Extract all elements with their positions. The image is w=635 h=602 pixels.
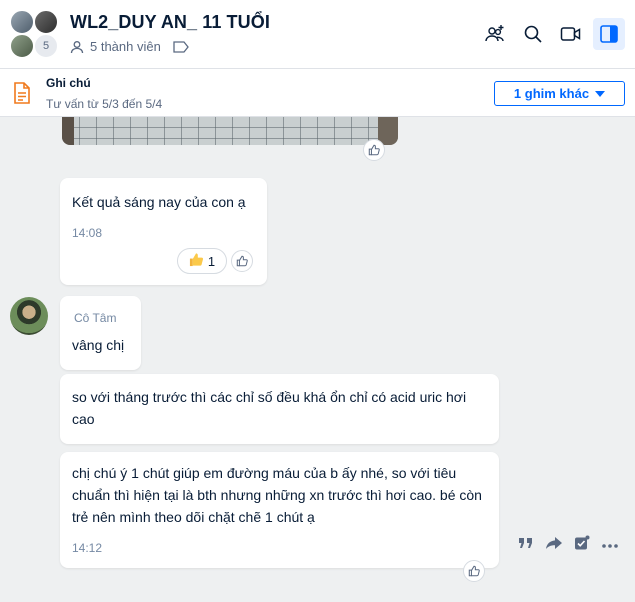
pinned-title: Ghi chú (46, 76, 91, 90)
message-text: so với tháng trước thì các chỉ số đều kh… (72, 389, 467, 427)
search-button[interactable] (517, 18, 549, 50)
sender-avatar[interactable] (10, 297, 48, 335)
add-member-icon (485, 25, 504, 42)
message-time: 14:08 (72, 226, 103, 240)
pinned-subtitle: Tư vấn từ 5/3 đến 5/4 (46, 97, 163, 111)
more-icon[interactable] (601, 536, 619, 554)
like-button[interactable] (363, 139, 385, 161)
like-icon (468, 565, 480, 577)
member-avatar (10, 34, 34, 58)
like-icon (236, 255, 248, 267)
member-avatar (34, 10, 58, 34)
message-actions (512, 530, 625, 560)
tag-icon[interactable] (173, 40, 189, 53)
like-button[interactable] (463, 560, 485, 582)
reaction-summary[interactable]: 1 (177, 248, 227, 274)
like-icon (368, 144, 380, 156)
member-count-badge: 5 (34, 34, 58, 58)
message-text: chị chú ý 1 chút giúp em đường máu của b… (72, 465, 482, 525)
reaction-count: 1 (207, 253, 216, 269)
message-bubble[interactable]: Cô Tâm vâng chị (60, 296, 141, 370)
task-icon[interactable] (574, 535, 590, 556)
user-icon (70, 40, 84, 54)
message-bubble[interactable]: so với tháng trước thì các chỉ số đều kh… (60, 374, 499, 444)
member-avatar (10, 10, 34, 34)
group-avatar[interactable]: 5 (10, 10, 62, 58)
more-pins-label: 1 ghim khác (513, 86, 590, 101)
note-icon (12, 81, 32, 110)
video-call-icon (560, 27, 581, 41)
sidebar-toggle-icon (600, 25, 618, 43)
sidebar-toggle-button[interactable] (593, 18, 625, 50)
conversation-title[interactable]: WL2_DUY AN_ 11 TUỔI (70, 12, 270, 33)
thumbs-up-emoji-icon (189, 252, 204, 270)
add-member-button[interactable] (479, 18, 511, 50)
quote-icon[interactable] (518, 536, 534, 555)
like-button[interactable] (231, 250, 253, 272)
pinned-bar[interactable]: Ghi chú Tư vấn từ 5/3 đến 5/4 1 ghim khá… (0, 69, 635, 117)
image-message[interactable] (62, 117, 398, 145)
message-text: vâng chị (72, 337, 125, 353)
members-info[interactable]: 5 thành viên (70, 39, 189, 54)
message-bubble[interactable]: chị chú ý 1 chút giúp em đường máu của b… (60, 452, 499, 568)
chat-header: 5 WL2_DUY AN_ 11 TUỔI 5 thành viên (0, 0, 635, 69)
more-pins-button[interactable]: 1 ghim khác (494, 81, 625, 106)
share-icon[interactable] (545, 536, 563, 555)
caret-down-icon (595, 90, 606, 97)
message-time: 14:12 (72, 541, 103, 555)
search-icon (524, 25, 542, 43)
members-label: 5 thành viên (90, 39, 161, 54)
message-text: Kết quả sáng nay của con ạ (72, 194, 246, 210)
video-call-button[interactable] (555, 18, 587, 50)
sender-name: Cô Tâm (74, 311, 117, 325)
